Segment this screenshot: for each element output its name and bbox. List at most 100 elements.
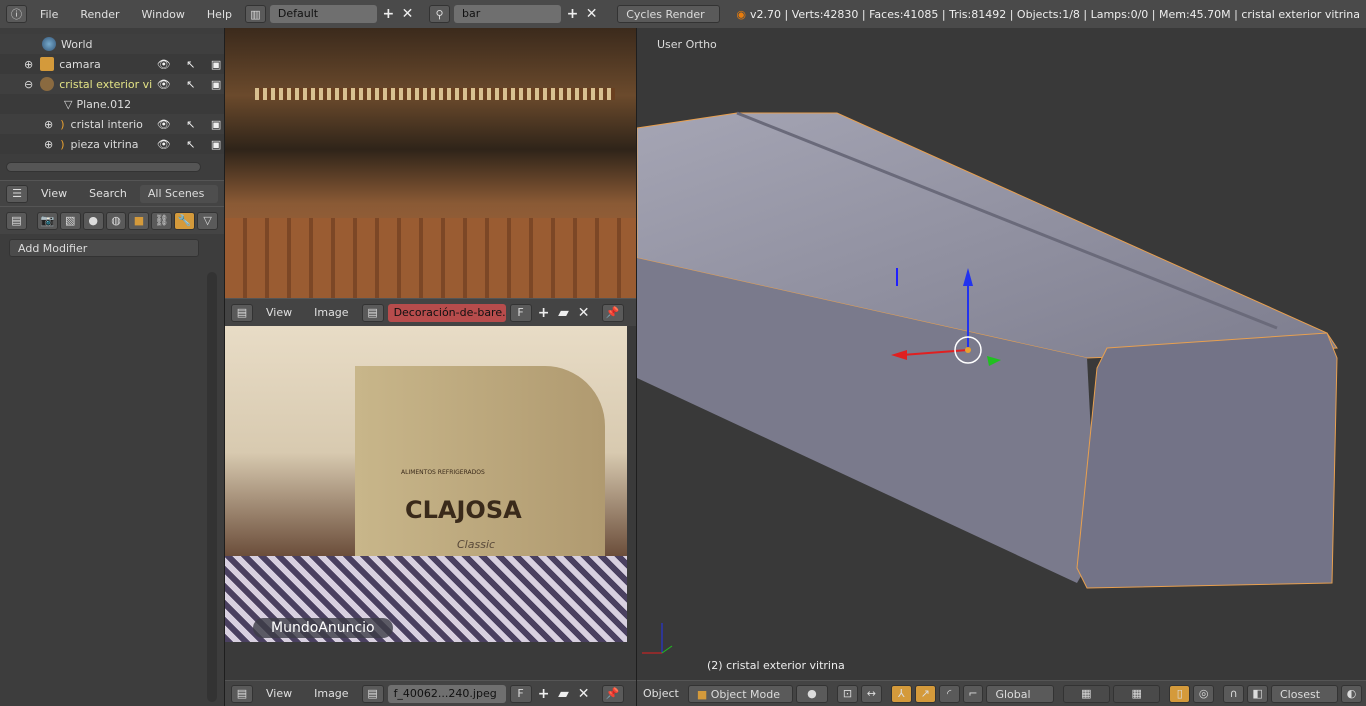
transform-orientation-select[interactable]: Global [986, 684, 1054, 703]
eye-icon[interactable]: 👁 [157, 118, 171, 131]
rotate-manipulator-icon[interactable]: ◜ [938, 684, 960, 703]
outliner-item-world[interactable]: World [0, 34, 224, 54]
modifiers-tab-icon[interactable]: 🔧 [174, 211, 196, 230]
cube-icon: ■ [696, 687, 711, 701]
image-editor-icon[interactable]: ▤ [231, 303, 253, 322]
layers-grid[interactable]: ▦ [1062, 684, 1110, 703]
object-tab-icon[interactable]: ■ [128, 211, 150, 230]
scene-tab-icon[interactable]: ● [82, 211, 104, 230]
render-engine-select[interactable]: Cycles Render [617, 5, 721, 23]
viewport-shading-icon[interactable]: ● [795, 684, 829, 703]
menu-image[interactable]: Image [305, 306, 357, 319]
menu-window[interactable]: Window [133, 8, 194, 21]
eye-icon[interactable]: 👁 [157, 78, 171, 91]
outliner-item-cristal-interior[interactable]: ⊕ ) cristal interio 👁 ↖ ▣ [0, 114, 224, 134]
outliner-item-cristal-exterior[interactable]: ⊖ cristal exterior vi 👁 ↖ ▣ [0, 74, 224, 94]
close-icon[interactable]: ✕ [400, 6, 415, 22]
mode-select[interactable]: ■ Object Mode [687, 684, 793, 703]
fake-user-button[interactable]: F [509, 684, 532, 703]
cursor-icon[interactable]: ↖ [186, 78, 195, 91]
render-tab-icon[interactable]: 📷 [36, 211, 58, 230]
close-icon[interactable]: ✕ [576, 305, 592, 321]
cursor-icon[interactable]: ↖ [186, 138, 195, 151]
screen-layout-field[interactable]: Default [269, 5, 377, 23]
render-icon[interactable]: ▣ [211, 138, 221, 151]
pivot-point-icon[interactable]: ⊡ [837, 684, 858, 703]
image-editor-top-header: ▤ View Image ▤ Decoración-de-bare... F +… [225, 298, 636, 326]
menu-file[interactable]: File [31, 8, 67, 21]
add-modifier-select[interactable]: Add Modifier [9, 239, 199, 257]
close-icon[interactable]: ✕ [584, 6, 599, 22]
add-icon[interactable]: + [536, 305, 552, 321]
render-icon[interactable]: ▣ [211, 58, 221, 71]
menu-render[interactable]: Render [71, 8, 128, 21]
eye-icon[interactable]: 👁 [157, 58, 171, 71]
mesh-icon [40, 77, 55, 91]
menu-view[interactable]: View [32, 187, 76, 200]
menu-help[interactable]: Help [198, 8, 241, 21]
outliner-item-plane[interactable]: ▽ Plane.012 [0, 94, 224, 114]
display-mode-select[interactable]: All Scenes [139, 184, 218, 203]
info-editor-icon[interactable]: ⓘ [6, 5, 27, 23]
layers-tab-icon[interactable]: ▧ [59, 211, 81, 230]
outliner-item-pieza-vitrina[interactable]: ⊕ ) pieza vitrina 👁 ↖ ▣ [0, 134, 224, 154]
world-tab-icon[interactable]: ◍ [105, 211, 127, 230]
menu-view[interactable]: View [257, 306, 301, 319]
snap-element-icon[interactable]: ◧ [1247, 684, 1268, 703]
menu-image[interactable]: Image [305, 687, 357, 700]
cursor-icon[interactable]: ↖ [186, 58, 195, 71]
properties-editor-icon[interactable]: ▤ [6, 211, 27, 230]
translate-arrow-icon[interactable]: ↗ [914, 684, 936, 703]
manipulator-toggle-icon[interactable]: ↔ [860, 684, 882, 703]
snap-target-select[interactable]: Closest [1271, 684, 1339, 703]
scene-field[interactable]: bar [454, 5, 561, 23]
photo-sub: ALIMENTOS REFRIGERADOS [401, 469, 485, 476]
image-editor-icon[interactable]: ▤ [231, 684, 253, 703]
layers-grid-2[interactable]: ▦ [1113, 684, 1161, 703]
image-name-field[interactable]: Decoración-de-bare... [387, 303, 506, 322]
add-icon[interactable]: + [381, 6, 396, 22]
scene-icon[interactable]: ⚲ [429, 5, 451, 23]
browse-image-icon[interactable]: ▤ [361, 303, 384, 322]
add-icon[interactable]: + [536, 686, 552, 702]
outliner-editor-icon[interactable]: ☰ [6, 184, 28, 203]
pin-icon[interactable]: 📌 [601, 303, 624, 322]
data-tab-icon[interactable]: ▽ [197, 211, 219, 230]
render-icon[interactable]: ▣ [211, 78, 221, 91]
snap-magnet-icon[interactable]: ∩ [1223, 684, 1245, 703]
translate-manipulator-icon[interactable]: ⅄ [890, 684, 912, 703]
menu-view[interactable]: View [257, 687, 301, 700]
lock-camera-icon[interactable]: ▯ [1169, 684, 1191, 703]
close-icon[interactable]: ✕ [576, 686, 592, 702]
3d-viewport[interactable]: User Ortho (2) cristal exterior vitrina [637, 28, 1366, 680]
image-editor-bottom-canvas[interactable]: CLAJOSA ALIMENTOS REFRIGERADOS Classic M… [225, 326, 636, 680]
cursor-icon[interactable]: ↖ [186, 118, 195, 131]
add-icon[interactable]: + [565, 6, 580, 22]
open-folder-icon[interactable]: ▰ [556, 686, 572, 702]
stats-text: v2.70 | Verts:42830 | Faces:41085 | Tris… [750, 7, 1360, 21]
image-name-field[interactable]: f_40062...240.jpeg [387, 684, 506, 703]
outliner-item-camara[interactable]: ⊕ camara 👁 ↖ ▣ [0, 54, 224, 74]
proportional-edit-icon[interactable]: ◎ [1193, 684, 1215, 703]
eye-icon[interactable]: 👁 [157, 138, 171, 151]
menu-search[interactable]: Search [80, 187, 136, 200]
outliner: World ⊕ camara 👁 ↖ ▣ ⊖ cristal exterior vi 👁… [0, 28, 224, 180]
menu-object[interactable]: Object [641, 687, 685, 700]
vitrina-mesh [637, 111, 1338, 654]
3d-viewport-header: Object ■ Object Mode ● ⊡ ↔ ⅄ ↗ ◜ ⌐ Globa… [637, 680, 1366, 706]
outliner-scrollbar-horizontal[interactable] [6, 162, 201, 172]
scale-manipulator-icon[interactable]: ⌐ [962, 684, 984, 703]
fake-user-button[interactable]: F [509, 303, 532, 322]
object-label: (2) cristal exterior vitrina [707, 659, 845, 672]
opengl-render-icon[interactable]: ◐ [1341, 684, 1363, 703]
open-folder-icon[interactable]: ▰ [556, 305, 572, 321]
constraints-tab-icon[interactable]: ⛓ [151, 211, 173, 230]
photo-model: Classic [457, 538, 496, 551]
properties-scrollbar[interactable] [207, 272, 217, 702]
vitrina-photo: CLAJOSA ALIMENTOS REFRIGERADOS Classic M… [225, 326, 627, 642]
render-icon[interactable]: ▣ [211, 118, 221, 131]
pin-icon[interactable]: 📌 [601, 684, 624, 703]
image-editor-top-canvas[interactable] [225, 28, 636, 298]
browse-image-icon[interactable]: ▤ [361, 684, 384, 703]
screen-layout-icon[interactable]: ▥ [244, 5, 266, 23]
